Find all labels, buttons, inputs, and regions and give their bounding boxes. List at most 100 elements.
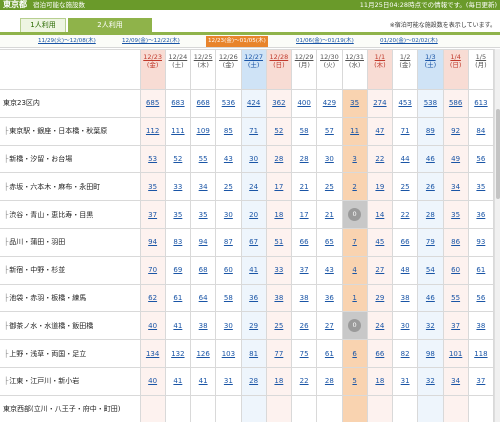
day-date[interactable]: 12/25 (191, 53, 215, 61)
area-name[interactable]: ├江東・江戸川・新小岩 (0, 366, 141, 396)
availability-cell[interactable]: 536 (215, 89, 242, 118)
availability-cell[interactable]: 18 (265, 200, 293, 229)
availability-cell[interactable]: 56 (467, 144, 495, 174)
availability-cell[interactable]: 40 (139, 366, 166, 396)
availability-cell[interactable]: 28 (265, 144, 293, 174)
availability-cell[interactable]: 31 (391, 366, 419, 396)
day-date[interactable]: 12/28 (267, 53, 291, 61)
availability-cell[interactable]: 98 (417, 339, 444, 368)
availability-cell[interactable]: 37 (467, 366, 495, 396)
availability-cell[interactable]: 586 (442, 89, 469, 118)
availability-cell[interactable]: 134 (139, 339, 166, 368)
availability-cell[interactable]: 94 (139, 227, 166, 257)
availability-cell[interactable]: 82 (391, 339, 419, 368)
availability-cell[interactable]: 22 (290, 366, 318, 396)
availability-cell[interactable]: 55 (189, 144, 217, 174)
week-tab-4[interactable]: 01/06(金)〜01/19(木) (296, 36, 354, 47)
day-date[interactable]: 12/24 (166, 53, 190, 61)
area-name[interactable]: ├御茶ノ水・水道橋・飯田橋 (0, 311, 141, 341)
availability-cell[interactable]: 685 (139, 89, 166, 118)
area-label[interactable]: 品川・蒲田・羽田 (9, 238, 65, 246)
availability-cell[interactable]: 83 (164, 227, 192, 257)
day-date[interactable]: 1/3 (418, 53, 442, 61)
availability-cell[interactable]: 47 (366, 116, 394, 146)
availability-cell[interactable]: 25 (265, 311, 293, 341)
area-name[interactable]: ├赤坂・六本木・麻布・永田町 (0, 172, 141, 202)
area-label[interactable]: 上野・浅草・両国・足立 (9, 350, 86, 358)
availability-cell[interactable]: 32 (417, 311, 444, 341)
availability-cell[interactable]: 362 (265, 89, 293, 118)
availability-cell[interactable]: 25 (215, 172, 242, 202)
availability-cell[interactable]: 30 (391, 311, 419, 341)
tab-2-person[interactable]: 2人利用 (68, 18, 152, 32)
availability-cell[interactable]: 37 (290, 255, 318, 285)
availability-cell[interactable]: 32 (417, 366, 444, 396)
availability-cell[interactable]: 46 (417, 283, 444, 313)
availability-cell[interactable]: 46 (417, 144, 444, 174)
availability-cell[interactable]: 118 (467, 339, 495, 368)
availability-cell[interactable]: 33 (265, 255, 293, 285)
availability-cell[interactable]: 28 (240, 366, 267, 396)
availability-cell[interactable]: 109 (189, 116, 217, 146)
availability-cell[interactable]: 25 (316, 172, 343, 202)
availability-cell[interactable]: 71 (240, 116, 267, 146)
availability-cell[interactable]: 538 (417, 89, 444, 118)
availability-cell[interactable]: 38 (467, 311, 495, 341)
availability-cell[interactable]: 17 (265, 172, 293, 202)
area-label[interactable]: 東京23区内 (3, 99, 40, 107)
availability-cell[interactable]: 274 (366, 89, 394, 118)
availability-cell[interactable]: 112 (139, 116, 166, 146)
availability-cell[interactable]: 89 (417, 116, 444, 146)
day-date[interactable]: 1/5 (469, 53, 493, 61)
availability-cell[interactable]: 49 (442, 144, 469, 174)
availability-cell[interactable]: 77 (265, 339, 293, 368)
day-date[interactable]: 1/1 (368, 53, 392, 61)
day-header[interactable]: 12/26 (金) (215, 49, 242, 90)
availability-cell[interactable]: 92 (442, 116, 469, 146)
availability-cell[interactable]: 30 (316, 144, 343, 174)
day-header[interactable]: 12/25 (木) (189, 49, 217, 90)
availability-cell[interactable]: 18 (265, 366, 293, 396)
availability-cell[interactable]: 55 (442, 283, 469, 313)
availability-cell[interactable]: 61 (164, 283, 192, 313)
day-header[interactable]: 1/1 (木) (366, 49, 394, 90)
area-label[interactable]: 渋谷・青山・恵比寿・目黒 (9, 211, 93, 219)
day-header[interactable]: 12/29 (月) (290, 49, 318, 90)
availability-cell[interactable]: 17 (290, 200, 318, 229)
day-date[interactable]: 12/23 (141, 53, 165, 61)
scrollbar-thumb[interactable] (496, 109, 500, 199)
area-label[interactable]: 赤坂・六本木・麻布・永田町 (9, 183, 100, 191)
availability-cell[interactable]: 66 (391, 227, 419, 257)
availability-cell[interactable]: 36 (467, 200, 495, 229)
area-label[interactable]: 新橋・汐留・お台場 (9, 155, 72, 163)
availability-cell[interactable]: 4 (341, 255, 368, 285)
availability-cell[interactable]: 69 (164, 255, 192, 285)
availability-cell[interactable]: 30 (215, 311, 242, 341)
availability-cell[interactable]: 18 (366, 366, 394, 396)
availability-cell[interactable]: 453 (391, 89, 419, 118)
availability-cell[interactable]: 66 (290, 227, 318, 257)
day-date[interactable]: 12/29 (292, 53, 316, 61)
availability-cell[interactable]: 67 (240, 227, 267, 257)
availability-cell[interactable]: 45 (366, 227, 394, 257)
day-date[interactable]: 1/4 (444, 53, 468, 61)
area-name[interactable]: ├新宿・中野・杉並 (0, 255, 141, 285)
availability-cell[interactable]: 101 (442, 339, 469, 368)
week-tab-1[interactable]: 11/29(火)〜12/08(木) (38, 36, 96, 47)
availability-cell[interactable]: 65 (316, 227, 343, 257)
area-label[interactable]: 東京駅・銀座・日本橋・秋葉原 (9, 127, 107, 135)
availability-cell[interactable]: 54 (417, 255, 444, 285)
availability-cell[interactable]: 126 (189, 339, 217, 368)
availability-cell[interactable]: 1 (341, 283, 368, 313)
area-label[interactable]: 御茶ノ水・水道橋・飯田橋 (9, 322, 93, 330)
availability-cell[interactable]: 41 (189, 366, 217, 396)
area-name[interactable]: ├東京駅・銀座・日本橋・秋葉原 (0, 116, 141, 146)
area-label[interactable]: 新宿・中野・杉並 (9, 266, 65, 274)
tab-1-person[interactable]: 1人利用 (20, 18, 66, 32)
availability-cell[interactable]: 70 (139, 255, 166, 285)
availability-cell[interactable]: 64 (189, 283, 217, 313)
availability-cell[interactable]: 27 (366, 255, 394, 285)
area-name[interactable]: ├上野・浅草・両国・足立 (0, 339, 141, 368)
availability-cell[interactable]: 24 (240, 172, 267, 202)
availability-cell[interactable]: 35 (467, 172, 495, 202)
